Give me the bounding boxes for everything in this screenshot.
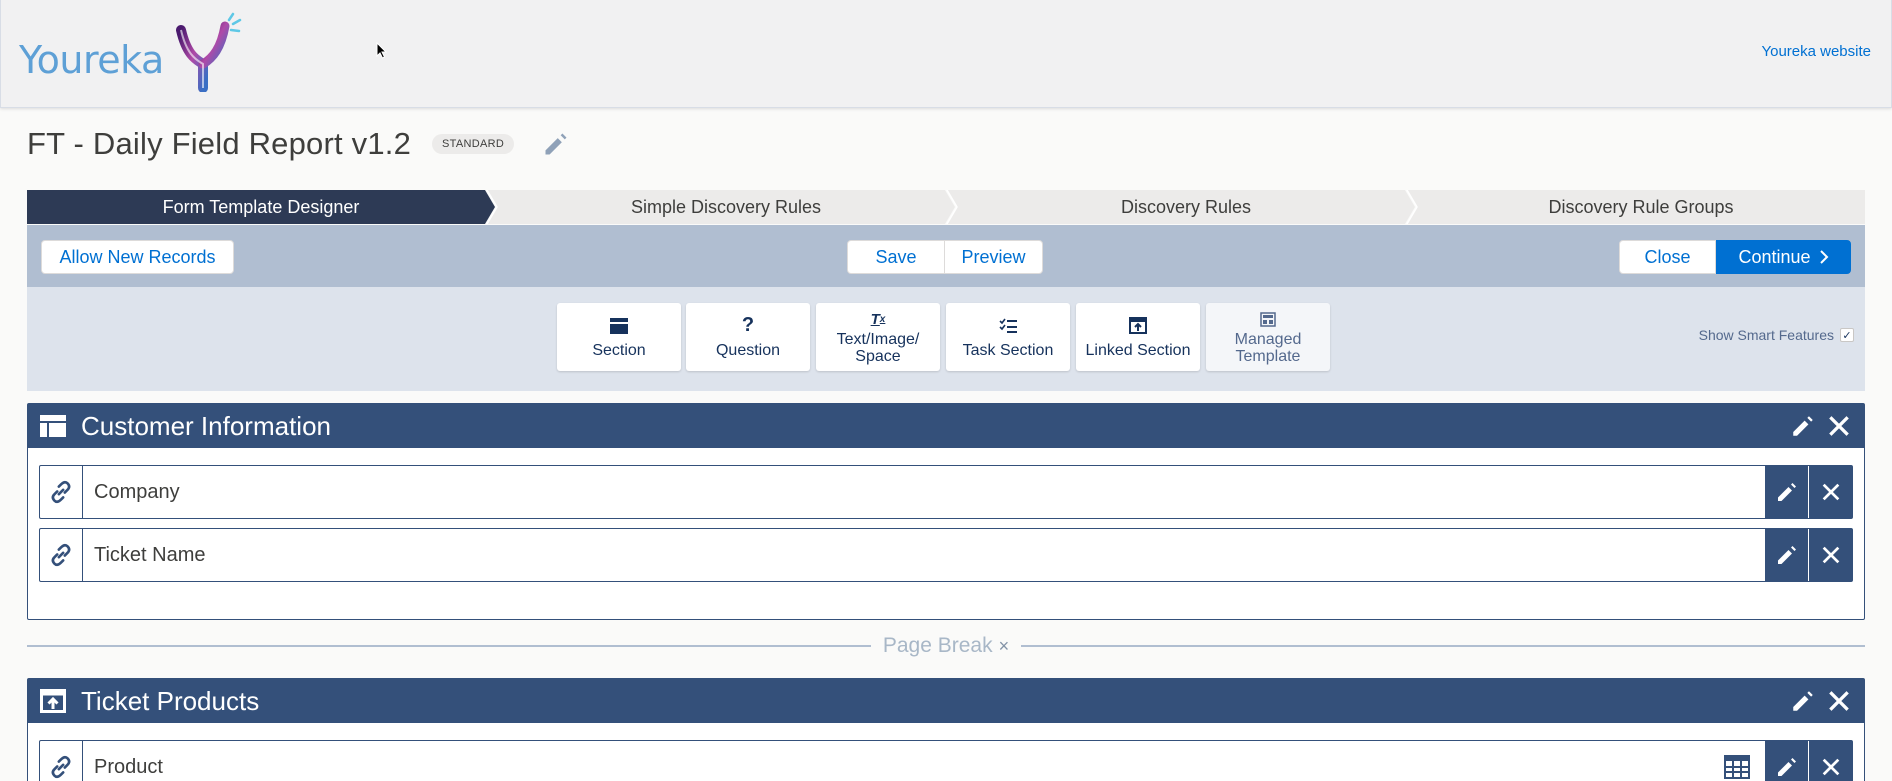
tile-label: Section — [592, 341, 646, 359]
section-customer-information: Customer Information Company Ticket Name — [27, 403, 1865, 620]
smart-features-toggle: Show Smart Features ✓ — [1699, 327, 1854, 343]
tile-label: Linked Section — [1085, 341, 1191, 359]
save-button[interactable]: Save — [847, 240, 945, 274]
section-ticket-products: Ticket Products Product — [27, 678, 1865, 781]
delete-question-button[interactable] — [1808, 741, 1852, 781]
question-row[interactable]: Company — [39, 465, 1853, 519]
remove-page-break-close-icon[interactable]: × — [999, 636, 1010, 657]
section-title: Ticket Products — [81, 685, 260, 716]
palette-tile-text-image-space[interactable]: Tx Text/Image/ Space — [816, 303, 940, 371]
pencil-icon — [1777, 758, 1796, 776]
link-icon — [40, 466, 83, 518]
question-row[interactable]: Ticket Name — [39, 528, 1853, 582]
section-icon — [609, 316, 629, 336]
link-icon — [40, 741, 83, 781]
status-badge: STANDARD — [432, 134, 515, 154]
allow-new-records-button[interactable]: Allow New Records — [41, 240, 234, 274]
edit-title-pencil-icon[interactable] — [542, 130, 570, 158]
path-step-form-template-designer[interactable]: Form Template Designer — [27, 190, 495, 224]
palette-tile-task-section[interactable]: Task Section — [946, 303, 1070, 371]
continue-button[interactable]: Continue — [1716, 240, 1851, 274]
app-header: Youreka Youreka website — [0, 0, 1892, 108]
edit-section-pencil-icon[interactable] — [1790, 688, 1816, 714]
table-grid-icon[interactable] — [1722, 753, 1752, 781]
page-break-line — [27, 645, 871, 647]
page-break-label-group: Page Break × — [871, 634, 1021, 658]
delete-section-close-icon[interactable] — [1826, 413, 1852, 439]
page-break-line — [1021, 645, 1866, 647]
page-title: FT - Daily Field Report v1.2 — [27, 126, 412, 161]
section-title: Customer Information — [81, 410, 331, 441]
mouse-cursor-icon — [376, 42, 388, 59]
palette-tile-managed-template[interactable]: Managed Template — [1206, 303, 1330, 371]
delete-question-button[interactable] — [1808, 529, 1852, 581]
linked-section-icon — [39, 687, 67, 715]
edit-question-button[interactable] — [1764, 741, 1808, 781]
delete-section-close-icon[interactable] — [1826, 688, 1852, 714]
path-step-discovery-rules[interactable]: Discovery Rules — [957, 190, 1415, 224]
close-icon — [1822, 546, 1839, 564]
question-row[interactable]: Product — [39, 740, 1853, 781]
question-label: Product — [94, 755, 163, 778]
close-icon — [1822, 483, 1839, 501]
pencil-icon — [1777, 483, 1796, 501]
page-break: Page Break × — [27, 634, 1866, 658]
title-row: FT - Daily Field Report v1.2 STANDARD — [27, 124, 570, 164]
preview-button[interactable]: Preview — [944, 240, 1043, 274]
linked-section-icon — [1128, 316, 1148, 336]
edit-section-pencil-icon[interactable] — [1790, 413, 1816, 439]
smart-features-label: Show Smart Features — [1698, 327, 1834, 343]
path-step-simple-discovery-rules[interactable]: Simple Discovery Rules — [497, 190, 955, 224]
palette-tile-section[interactable]: Section — [557, 303, 681, 371]
template-icon — [1258, 309, 1278, 329]
palette-tile-question[interactable]: ? Question — [686, 303, 810, 371]
section-header: Ticket Products — [28, 679, 1864, 723]
tile-label: Managed Template — [1234, 331, 1302, 365]
youreka-website-link[interactable]: Youreka website — [1761, 43, 1871, 60]
close-button[interactable]: Close — [1619, 240, 1716, 274]
delete-question-button[interactable] — [1808, 466, 1852, 518]
question-label: Ticket Name — [94, 543, 206, 566]
checklist-icon — [998, 316, 1018, 336]
section-header: Customer Information — [28, 404, 1864, 448]
edit-question-button[interactable] — [1764, 529, 1808, 581]
close-icon — [1822, 758, 1839, 776]
link-icon — [40, 529, 83, 581]
question-label: Company — [94, 480, 180, 503]
edit-question-button[interactable] — [1764, 466, 1808, 518]
path-step-discovery-rule-groups[interactable]: Discovery Rule Groups — [1417, 190, 1865, 224]
palette-tile-linked-section[interactable]: Linked Section — [1076, 303, 1200, 371]
tile-label: Question — [715, 341, 781, 359]
smart-features-checkbox[interactable]: ✓ — [1840, 328, 1854, 342]
text-format-icon: Tx — [870, 310, 886, 328]
youreka-logo[interactable]: Youreka — [19, 12, 242, 92]
logo-wordmark: Youreka — [19, 38, 164, 82]
page-break-label: Page Break — [882, 634, 993, 657]
logo-y-mark — [176, 12, 242, 92]
continue-label: Continue — [1738, 246, 1811, 267]
designer-path: Form Template Designer Simple Discovery … — [27, 190, 1865, 224]
pencil-icon — [1777, 546, 1796, 564]
tile-label: Task Section — [962, 341, 1054, 359]
tile-label: Text/Image/ Space — [836, 331, 920, 365]
table-icon — [39, 412, 67, 440]
question-icon: ? — [741, 314, 755, 336]
chevron-right-icon — [1819, 250, 1828, 264]
